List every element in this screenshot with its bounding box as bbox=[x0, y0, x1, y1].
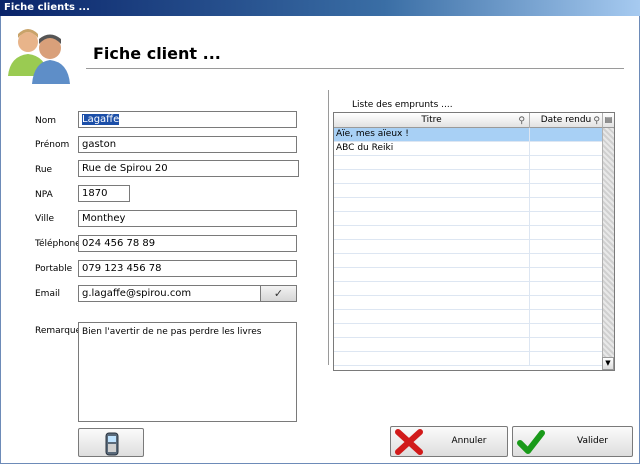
npa-label: NPA bbox=[35, 190, 53, 200]
cell-titre bbox=[334, 338, 530, 351]
email-validate-button[interactable]: ✓ bbox=[260, 285, 297, 302]
cell-titre bbox=[334, 226, 530, 239]
window-title-bar: Fiche clients ... bbox=[0, 0, 640, 16]
cell-date-rendu bbox=[530, 310, 602, 323]
emprunts-label: Liste des emprunts .... bbox=[352, 100, 453, 110]
cell-date-rendu bbox=[530, 268, 602, 281]
cell-titre bbox=[334, 240, 530, 253]
cell-titre bbox=[334, 198, 530, 211]
search-icon[interactable]: ⚲ bbox=[593, 114, 600, 128]
cell-date-rendu bbox=[530, 324, 602, 337]
cell-titre bbox=[334, 282, 530, 295]
nom-label: Nom bbox=[35, 116, 57, 126]
users-icon bbox=[8, 29, 70, 84]
table-row[interactable] bbox=[334, 282, 602, 296]
ville-label: Ville bbox=[35, 214, 54, 224]
table-row[interactable] bbox=[334, 296, 602, 310]
cell-date-rendu bbox=[530, 170, 602, 183]
emprunts-table[interactable]: Titre ⚲ Date rendu ⚲ ▤ Aïe, mes aïeux ! A… bbox=[333, 112, 615, 371]
cell-titre bbox=[334, 212, 530, 225]
table-body: Aïe, mes aïeux ! ABC du Reiki bbox=[334, 128, 602, 366]
cell-titre bbox=[334, 170, 530, 183]
table-row[interactable] bbox=[334, 240, 602, 254]
cell-date-rendu bbox=[530, 212, 602, 225]
rue-label: Rue bbox=[35, 165, 53, 175]
table-row[interactable] bbox=[334, 226, 602, 240]
portable-field[interactable]: 079 123 456 78 bbox=[78, 260, 297, 277]
remarque-label: Remarque bbox=[35, 326, 82, 336]
cell-titre bbox=[334, 310, 530, 323]
annuler-label: Annuler bbox=[451, 436, 487, 446]
cell-titre: ABC du Reiki bbox=[334, 142, 530, 155]
annuler-button[interactable]: Annuler bbox=[390, 426, 508, 457]
mobile-phone-icon bbox=[105, 432, 119, 456]
vertical-divider bbox=[328, 90, 329, 365]
table-row[interactable]: ABC du Reiki bbox=[334, 142, 602, 156]
cross-icon bbox=[395, 429, 423, 455]
valider-label: Valider bbox=[577, 436, 608, 446]
rue-field[interactable]: Rue de Spirou 20 bbox=[78, 160, 299, 177]
column-header-date[interactable]: Date rendu ⚲ bbox=[530, 113, 602, 128]
column-header-date-label: Date rendu bbox=[540, 115, 592, 125]
table-row[interactable] bbox=[334, 198, 602, 212]
cell-date-rendu bbox=[530, 184, 602, 197]
checkmark-icon bbox=[517, 430, 545, 454]
table-row[interactable] bbox=[334, 310, 602, 324]
scroll-down-arrow[interactable]: ▼ bbox=[602, 357, 614, 370]
email-field[interactable]: g.lagaffe@spirou.com bbox=[78, 285, 261, 302]
checkmark-icon: ✓ bbox=[273, 287, 284, 300]
cell-date-rendu bbox=[530, 282, 602, 295]
column-header-titre-label: Titre bbox=[421, 115, 442, 125]
table-row[interactable] bbox=[334, 268, 602, 282]
cell-date-rendu bbox=[530, 142, 602, 155]
table-row[interactable] bbox=[334, 156, 602, 170]
call-button[interactable] bbox=[78, 428, 144, 457]
window-title: Fiche clients ... bbox=[4, 2, 90, 13]
email-label: Email bbox=[35, 289, 60, 299]
valider-button[interactable]: Valider bbox=[512, 426, 633, 457]
ville-field[interactable]: Monthey bbox=[78, 210, 297, 227]
search-icon[interactable]: ⚲ bbox=[518, 114, 525, 128]
table-row[interactable] bbox=[334, 170, 602, 184]
nom-value: Lagaffe bbox=[82, 114, 120, 125]
table-row[interactable]: Aïe, mes aïeux ! bbox=[334, 128, 602, 142]
column-header-titre[interactable]: Titre ⚲ bbox=[334, 113, 530, 128]
cell-titre bbox=[334, 268, 530, 281]
scrollbar-track[interactable] bbox=[602, 128, 614, 370]
cell-titre: Aïe, mes aïeux ! bbox=[334, 128, 530, 141]
telephone-field[interactable]: 024 456 78 89 bbox=[78, 235, 297, 252]
cell-date-rendu bbox=[530, 240, 602, 253]
cell-titre bbox=[334, 352, 530, 365]
cell-titre bbox=[334, 184, 530, 197]
title-divider bbox=[86, 68, 624, 69]
cell-date-rendu bbox=[530, 128, 602, 141]
table-row[interactable] bbox=[334, 184, 602, 198]
cell-titre bbox=[334, 156, 530, 169]
portable-label: Portable bbox=[35, 264, 73, 274]
remarque-textarea[interactable]: Bien l'avertir de ne pas perdre les livr… bbox=[78, 322, 297, 422]
cell-date-rendu bbox=[530, 156, 602, 169]
prenom-label: Prénom bbox=[35, 140, 70, 150]
page-title: Fiche client ... bbox=[93, 44, 221, 63]
cell-date-rendu bbox=[530, 352, 602, 365]
telephone-label: Téléphone bbox=[35, 239, 81, 249]
export-icon[interactable]: ▤ bbox=[602, 113, 614, 128]
npa-field[interactable]: 1870 bbox=[78, 185, 130, 202]
cell-titre bbox=[334, 254, 530, 267]
table-row[interactable] bbox=[334, 338, 602, 352]
nom-field[interactable]: Lagaffe bbox=[78, 111, 297, 128]
table-row[interactable] bbox=[334, 254, 602, 268]
cell-date-rendu bbox=[530, 338, 602, 351]
prenom-field[interactable]: gaston bbox=[78, 136, 297, 153]
cell-titre bbox=[334, 324, 530, 337]
table-header: Titre ⚲ Date rendu ⚲ bbox=[334, 113, 602, 128]
cell-date-rendu bbox=[530, 226, 602, 239]
table-row[interactable] bbox=[334, 212, 602, 226]
cell-date-rendu bbox=[530, 254, 602, 267]
cell-date-rendu bbox=[530, 198, 602, 211]
table-row[interactable] bbox=[334, 324, 602, 338]
cell-date-rendu bbox=[530, 296, 602, 309]
table-row[interactable] bbox=[334, 352, 602, 366]
cell-titre bbox=[334, 296, 530, 309]
